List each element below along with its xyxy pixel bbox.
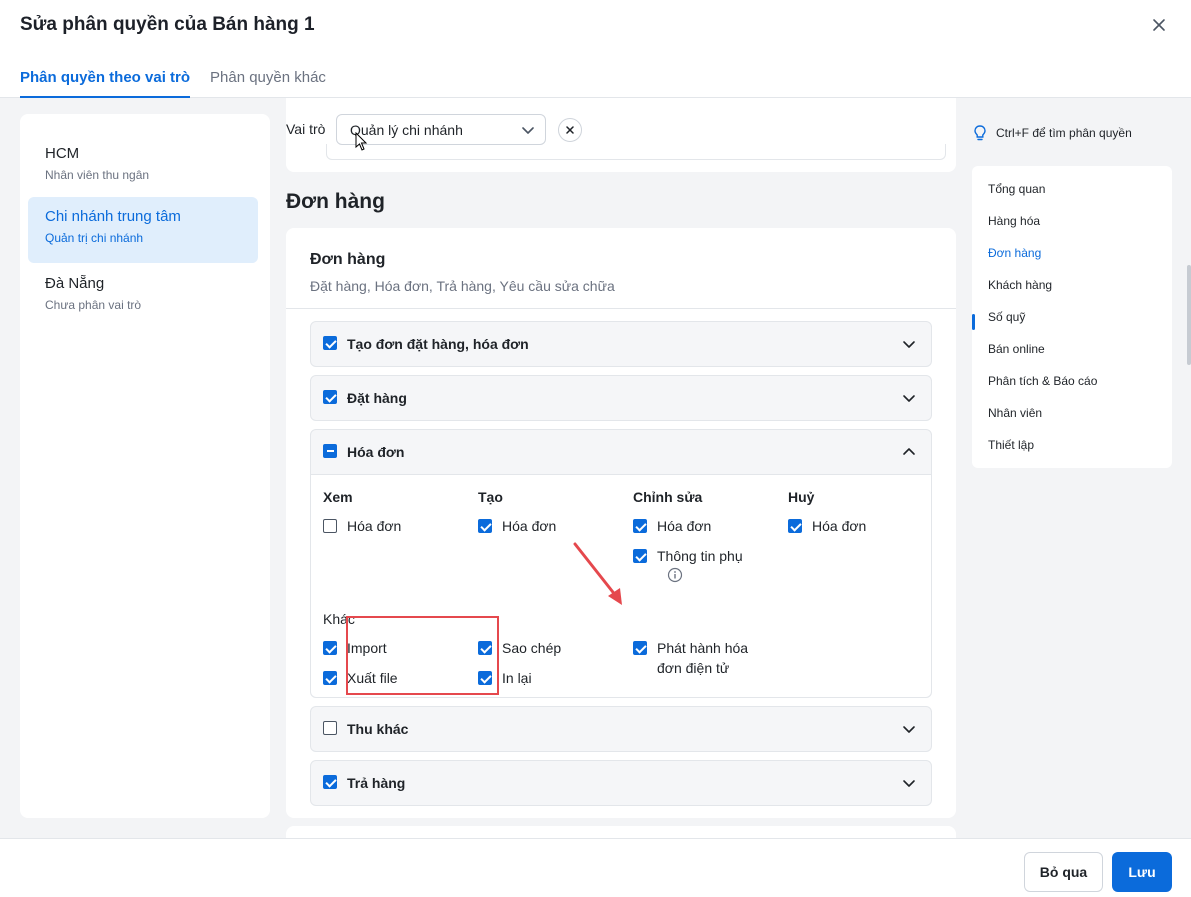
nav-item-staff[interactable]: Nhân viên [988, 406, 1042, 420]
order-permission-card: Đơn hàng Đặt hàng, Hóa đơn, Trả hàng, Yê… [286, 228, 956, 818]
permission-group-other-income: Thu khác [310, 706, 932, 752]
group-label: Thu khác [347, 721, 409, 737]
column-title-view: Xem [323, 489, 353, 505]
column-title-create: Tạo [478, 489, 503, 505]
dialog-title: Sửa phân quyền của Bán hàng 1 [20, 14, 315, 35]
group-checkbox[interactable] [323, 775, 337, 789]
checkbox[interactable] [633, 549, 647, 563]
nav-item-cashbook[interactable]: Số quỹ [988, 310, 1025, 324]
perm-label: Hóa đơn [812, 518, 867, 534]
search-hint-text: Ctrl+F để tìm phân quyền [996, 126, 1132, 140]
tab-role-permissions[interactable]: Phân quyền theo vai trò [20, 69, 191, 98]
group-header[interactable]: Hóa đơn [311, 430, 931, 474]
close-icon [566, 126, 574, 134]
chevron-down-icon [903, 341, 915, 348]
mouse-cursor-icon [355, 132, 368, 151]
skip-button[interactable]: Bỏ qua [1024, 852, 1103, 892]
annotation-highlight-box [346, 616, 499, 695]
perm-label: Sao chép [502, 640, 562, 656]
perm-label: Hóa đơn [347, 518, 402, 534]
nav-item-products[interactable]: Hàng hóa [988, 214, 1040, 228]
branch-role: Quản trị chi nhánh [45, 231, 144, 245]
checkbox[interactable] [323, 641, 337, 655]
nav-item-overview[interactable]: Tổng quan [988, 182, 1045, 196]
group-label: Hóa đơn [347, 444, 405, 460]
chevron-down-icon [903, 395, 915, 402]
group-header[interactable]: Đặt hàng [311, 376, 931, 420]
perm-label: Thông tin phụ [657, 548, 743, 564]
permission-group-order: Đặt hàng [310, 375, 932, 421]
column-title-cancel: Huỷ [788, 489, 815, 505]
lightbulb-icon [974, 125, 986, 141]
branch-list: HCM Nhân viên thu ngân Chi nhánh trung t… [20, 114, 270, 818]
active-nav-marker [972, 314, 975, 330]
chevron-down-icon [903, 780, 915, 787]
dialog-header: Sửa phân quyền của Bán hàng 1 Phân quyền… [0, 0, 1191, 98]
card-header: Đơn hàng Đặt hàng, Hóa đơn, Trả hàng, Yê… [286, 228, 956, 309]
save-button[interactable]: Lưu [1112, 852, 1172, 892]
checkbox[interactable] [788, 519, 802, 533]
checkbox[interactable] [633, 641, 647, 655]
checkbox[interactable] [633, 519, 647, 533]
nav-item-orders[interactable]: Đơn hàng [988, 246, 1041, 260]
group-checkbox[interactable] [323, 721, 337, 735]
nav-item-analytics-reports[interactable]: Phân tích & Báo cáo [988, 374, 1097, 388]
checkbox[interactable] [323, 671, 337, 685]
branch-item-central[interactable]: Chi nhánh trung tâm Quản trị chi nhánh [28, 197, 258, 263]
permission-group-returns: Trả hàng [310, 760, 932, 806]
branch-item-hcm[interactable]: HCM Nhân viên thu ngân [28, 134, 258, 200]
perm-label: In lại [502, 670, 532, 686]
column-title-edit: Chỉnh sửa [633, 489, 703, 505]
group-header[interactable]: Tạo đơn đặt hàng, hóa đơn [311, 322, 931, 366]
nav-item-settings[interactable]: Thiết lập [988, 438, 1034, 452]
tab-other-permissions[interactable]: Phân quyền khác [210, 69, 326, 98]
checkbox[interactable] [323, 519, 337, 533]
chevron-down-icon [522, 127, 534, 134]
branch-name: HCM [45, 145, 80, 162]
card-subtitle: Đặt hàng, Hóa đơn, Trả hàng, Yêu cầu sửa… [310, 278, 615, 294]
branch-role: Chưa phân vai trò [45, 298, 142, 312]
perm-label-line1: Phát hành hóa [657, 640, 749, 656]
permissions-content[interactable]: Vai trò Quản lý chi nhánh Đơn hàng Đơn h… [270, 98, 971, 838]
quick-nav-panel: Ctrl+F để tìm phân quyền Tổng quan Hàng … [972, 98, 1191, 838]
group-header[interactable]: Thu khác [311, 707, 931, 751]
group-checkbox[interactable] [323, 444, 337, 458]
close-icon [1153, 19, 1165, 31]
nav-item-customers[interactable]: Khách hàng [988, 278, 1052, 292]
dialog-footer: Bỏ qua Lưu [0, 838, 1191, 897]
branch-item-danang[interactable]: Đà Nẵng Chưa phân vai trò [28, 264, 258, 330]
annotation-arrow-icon [573, 542, 622, 605]
checkbox[interactable] [478, 519, 492, 533]
permission-group-create-order: Tạo đơn đặt hàng, hóa đơn [310, 321, 932, 367]
branch-role: Nhân viên thu ngân [45, 168, 150, 182]
previous-section-group [326, 144, 946, 160]
branch-name: Chi nhánh trung tâm [45, 208, 181, 225]
section-nav: Tổng quan Hàng hóa Đơn hàng Khách hàng S… [972, 166, 1172, 468]
chevron-down-icon [903, 726, 915, 733]
clear-role-button[interactable] [558, 118, 582, 142]
group-checkbox[interactable] [323, 390, 337, 404]
nav-item-online-sales[interactable]: Bán online [988, 342, 1045, 356]
scrollbar[interactable] [1187, 265, 1191, 365]
role-label: Vai trò [286, 121, 326, 137]
group-label: Trả hàng [347, 775, 406, 791]
info-icon[interactable] [667, 567, 683, 583]
group-header[interactable]: Trả hàng [311, 761, 931, 805]
perm-label: Hóa đơn [657, 518, 712, 534]
perm-label: Hóa đơn [502, 518, 557, 534]
group-label: Tạo đơn đặt hàng, hóa đơn [347, 336, 529, 352]
close-button[interactable] [1148, 14, 1170, 36]
group-label: Đặt hàng [347, 390, 407, 406]
group-checkbox[interactable] [323, 336, 337, 350]
card-title: Đơn hàng [310, 251, 386, 268]
branch-name: Đà Nẵng [45, 275, 105, 292]
chevron-up-icon [903, 448, 915, 455]
perm-label-line2: đơn điện tử [657, 660, 730, 676]
section-title: Đơn hàng [286, 190, 385, 213]
